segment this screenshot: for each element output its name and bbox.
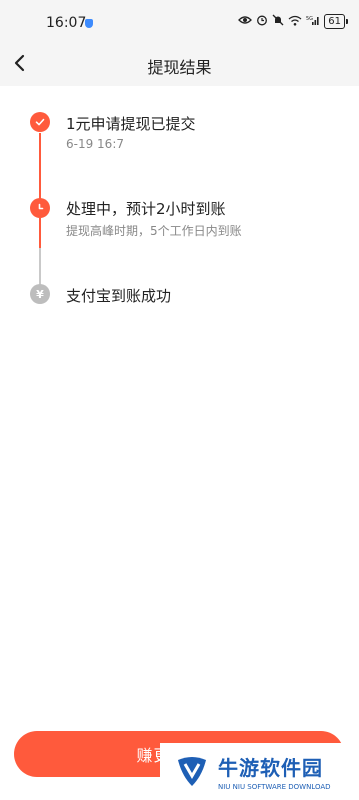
timeline-connector-done (39, 133, 41, 203)
step-2-title: 处理中，预计2小时到账 (66, 200, 226, 218)
status-time: 16:07 (46, 15, 87, 31)
page-title: 提现结果 (147, 58, 212, 77)
timeline-connector-pending (39, 248, 41, 286)
watermark-name-cn: 牛游软件园 (218, 756, 323, 780)
svg-text:5G: 5G (306, 16, 313, 22)
wifi-icon (288, 15, 302, 29)
step-3-title: 支付宝到账成功 (66, 287, 172, 305)
status-icons: 5G 61 (238, 14, 348, 29)
eye-icon (238, 15, 253, 28)
step-1-subtitle: 6-19 16:7 (66, 137, 124, 151)
step-pending-yuan-icon: ¥ (30, 284, 50, 304)
mute-bell-icon (272, 14, 284, 29)
watermark-logo-icon (172, 752, 212, 792)
watermark-name-en: NIU NIU SOFTWARE DOWNLOAD (218, 783, 331, 791)
alarm-icon (256, 14, 268, 29)
top-nav-bar: 提现结果 (0, 42, 359, 86)
battery-indicator: 61 (324, 14, 348, 29)
site-watermark: 牛游软件园 NIU NIU SOFTWARE DOWNLOAD (160, 743, 359, 800)
withdrawal-progress-card (0, 86, 359, 800)
step-done-check-icon (30, 112, 50, 132)
step-2-subtitle: 提现高峰时期，5个工作日内到账 (66, 224, 242, 238)
security-shield-icon (85, 19, 93, 28)
step-processing-clock-icon (30, 198, 50, 218)
cell-signal-icon: 5G (306, 15, 320, 29)
step-1-title: 1元申请提现已提交 (66, 115, 196, 133)
timeline-connector-processing (39, 218, 41, 248)
status-bar: 16:07 5G 61 (0, 0, 359, 42)
